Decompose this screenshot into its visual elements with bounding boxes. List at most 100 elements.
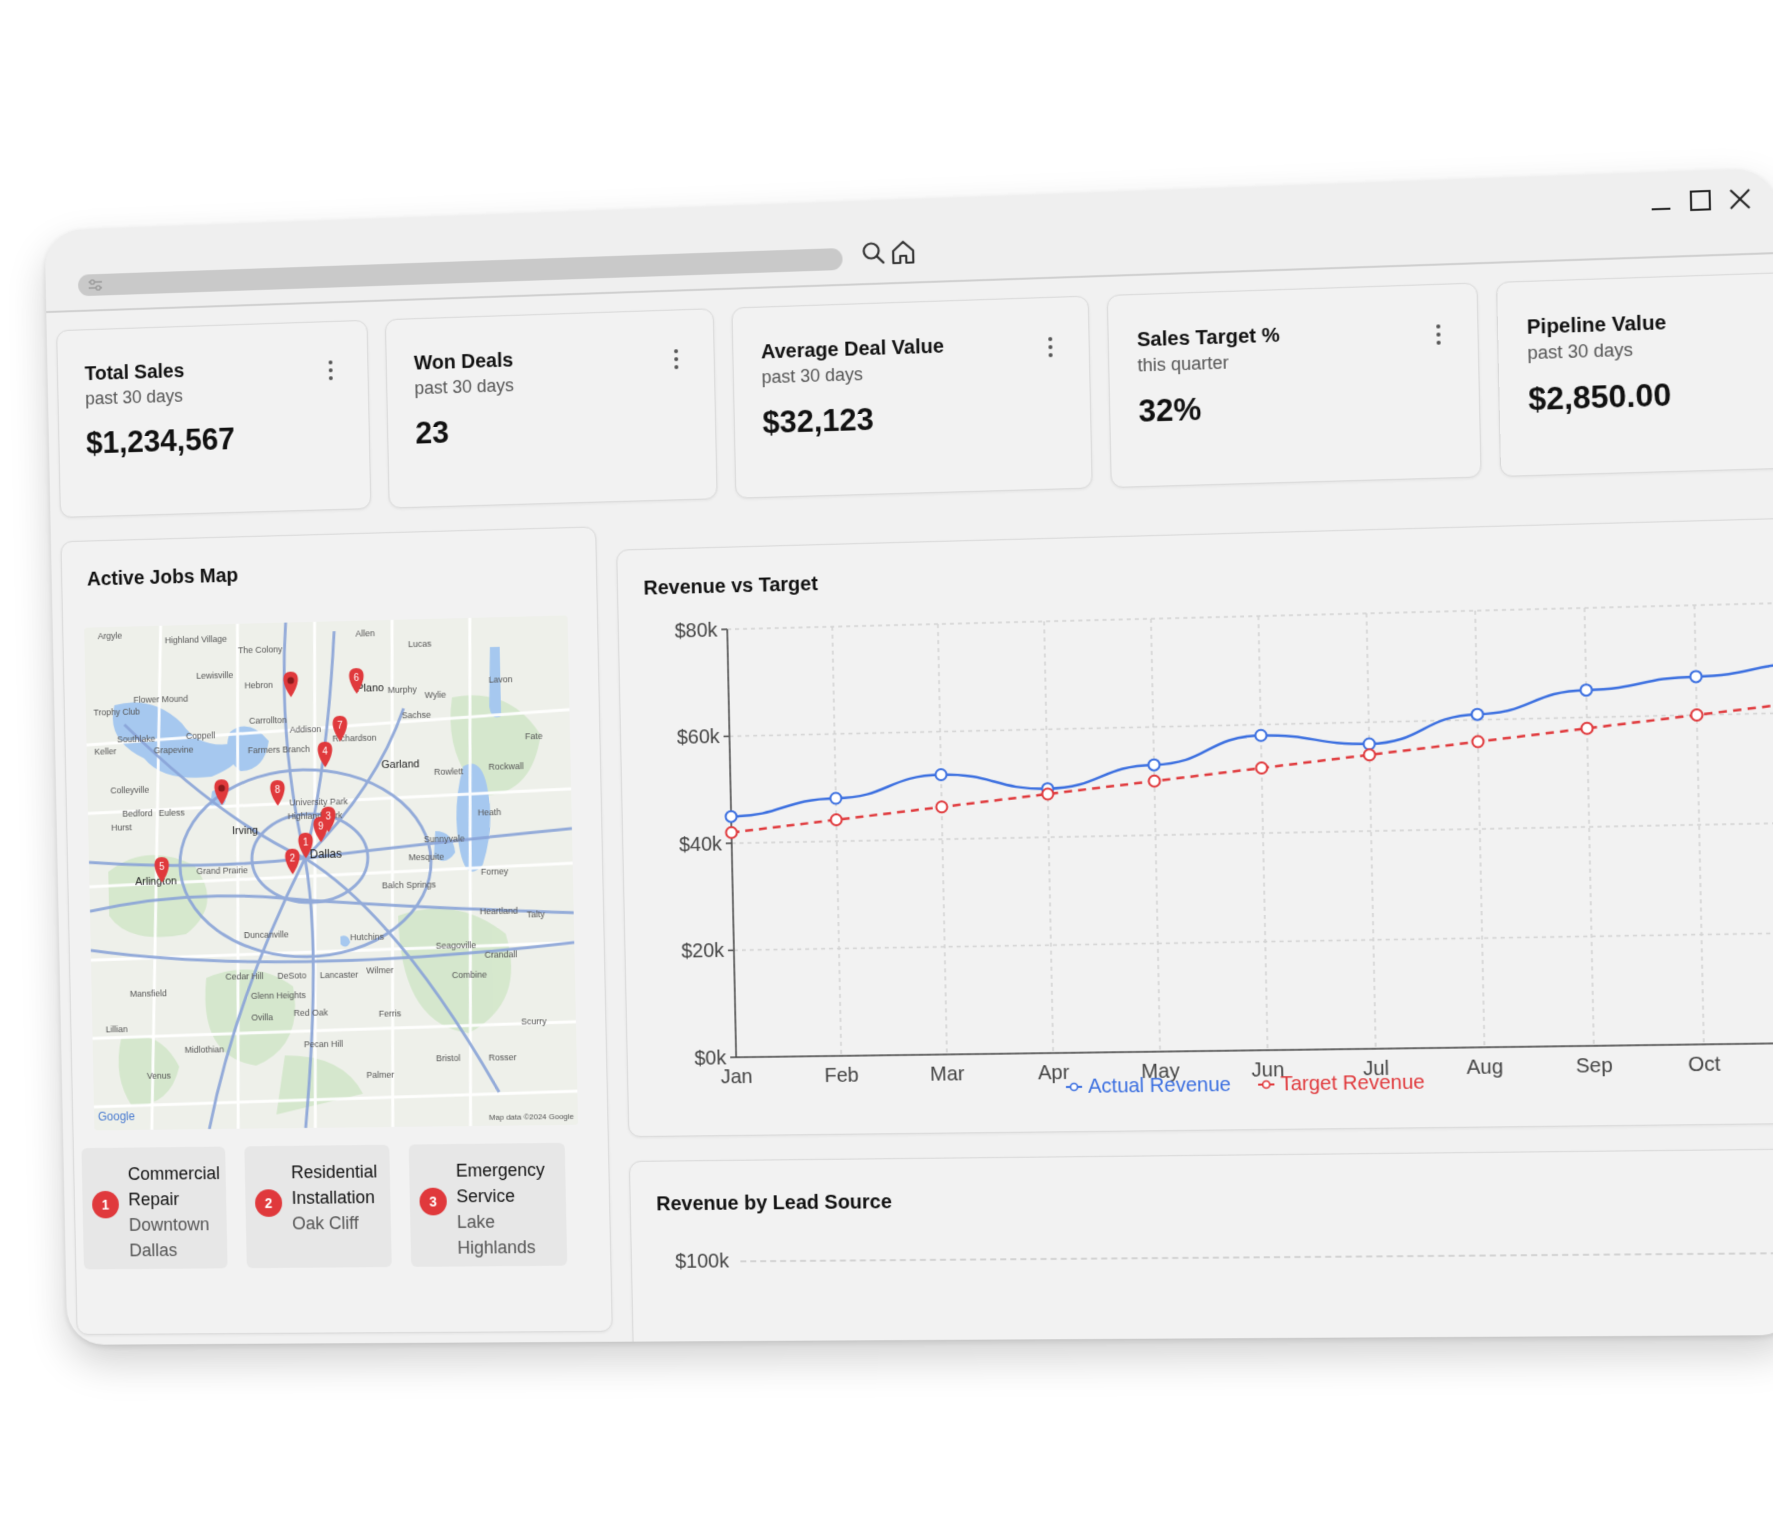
map-place-label: Coppell — [186, 730, 215, 741]
kpi-title: Sales Target % — [1137, 325, 1280, 353]
maximize-icon[interactable] — [1684, 185, 1716, 217]
map-place-label: Carrollton — [249, 715, 287, 726]
home-icon[interactable] — [889, 237, 918, 266]
map-place-label: Flower Mound — [133, 694, 188, 705]
kpi-card-sales-target: Sales Target % this quarter 32% — [1107, 283, 1482, 488]
job-title: Commercial Repair — [128, 1160, 223, 1212]
map-place-label: Hurst — [111, 822, 132, 832]
more-vertical-icon[interactable] — [672, 348, 680, 370]
map-place-label: Mesquite — [408, 852, 444, 863]
map-place-label: Ferris — [379, 1008, 402, 1018]
sliders-icon[interactable] — [88, 278, 104, 292]
search-icon[interactable] — [859, 238, 887, 267]
map-place-label: Lewisville — [196, 670, 233, 681]
map-place-label: University Park — [289, 796, 348, 807]
svg-text:1: 1 — [303, 837, 309, 848]
data-point — [1256, 762, 1267, 773]
map-place-label: Lavon — [489, 674, 513, 685]
job-location: Oak Cliff — [292, 1210, 387, 1236]
job-card-3[interactable]: 3 Emergency Service Lake Highlands — [409, 1143, 568, 1267]
x-axis-tick-label: Apr — [1038, 1062, 1070, 1085]
address-bar[interactable] — [78, 248, 843, 296]
map-place-label: Rowlett — [434, 766, 464, 777]
legend-label: Target Revenue — [1280, 1071, 1425, 1095]
map-place-label: DeSoto — [277, 970, 306, 980]
map-place-label: Wylie — [425, 690, 447, 700]
map-place-label: Heath — [478, 807, 502, 817]
map-place-label: Forney — [481, 866, 509, 877]
map-place-label: Venus — [147, 1071, 172, 1081]
x-axis-tick-label: Feb — [824, 1064, 859, 1087]
map-place-label: Farmers Branch — [248, 744, 310, 755]
map-place-label: Sunnyvale — [424, 833, 465, 844]
map-place-label: Grapevine — [154, 745, 194, 756]
minimize-icon[interactable] — [1645, 186, 1677, 218]
data-point — [831, 814, 842, 825]
map-place-label: Cedar Hill — [225, 971, 263, 982]
map-place-label: Rosser — [489, 1052, 517, 1062]
x-axis-tick-label: Sep — [1576, 1055, 1613, 1078]
job-card-1[interactable]: 1 Commercial Repair Downtown Dallas — [81, 1147, 227, 1270]
more-vertical-icon[interactable] — [1434, 323, 1443, 346]
job-number-badge: 3 — [419, 1188, 447, 1216]
svg-text:9: 9 — [318, 821, 324, 832]
map-place-label: Colleyville — [110, 785, 149, 796]
map-attribution: Map data ©2024 Google — [489, 1112, 575, 1122]
more-vertical-icon[interactable] — [327, 359, 335, 381]
y-axis-tick-label: $20k — [681, 940, 724, 963]
kpi-title: Total Sales — [85, 360, 185, 386]
map-place-label: Wilmer — [366, 965, 393, 975]
map-place-label: Seagoville — [436, 940, 477, 951]
y-gridline — [732, 823, 1773, 844]
map-place-label: Heartland — [480, 906, 518, 917]
map-place-label: Lucas — [408, 639, 432, 650]
map-place-label: Highland Village — [165, 634, 227, 645]
svg-text:7: 7 — [337, 721, 343, 732]
data-point — [1472, 709, 1484, 720]
map-place-label: Rockwall — [488, 761, 523, 772]
job-card-2[interactable]: 2 Residential Installation Oak Cliff — [244, 1145, 391, 1268]
map-place-label: Glenn Heights — [251, 990, 307, 1001]
kpi-card-total-sales: Total Sales past 30 days $1,234,567 — [56, 320, 371, 518]
x-axis-tick-label: Mar — [930, 1063, 965, 1086]
map-place-label: Euless — [159, 808, 186, 818]
map-place-label: Duncanville — [244, 929, 289, 940]
map-place-label: Hutchins — [350, 932, 385, 943]
legend-marker — [1070, 1083, 1077, 1090]
map-place-label: Grand Prairie — [196, 865, 248, 876]
revenue-chart: $0k$20k$40k$60k$80kJan Feb Mar Apr May Jun Jul… — [618, 545, 1773, 1132]
jobs-map[interactable]: Argyle Highland Village The Colony Allen… — [84, 615, 578, 1130]
svg-text:6: 6 — [354, 673, 360, 684]
job-title: Emergency Service — [456, 1157, 553, 1209]
y-gridline — [729, 713, 1773, 737]
map-place-label: Fate — [525, 731, 543, 741]
data-point — [1042, 788, 1053, 799]
map-place-label: Argyle — [98, 631, 123, 642]
data-point — [1148, 759, 1159, 770]
more-vertical-icon[interactable] — [1046, 336, 1055, 358]
kpi-card-pipeline-value: Pipeline Value past 30 days $2,850.00 — [1496, 271, 1773, 477]
data-point — [830, 793, 841, 804]
y-axis-tick-label: $80k — [674, 619, 717, 642]
data-point — [1581, 723, 1593, 734]
svg-text:2: 2 — [290, 853, 296, 864]
close-icon[interactable] — [1724, 183, 1756, 215]
kpi-value: 23 — [415, 415, 449, 452]
panel-title: Active Jobs Map — [87, 565, 239, 592]
map-place-label: Crandall — [484, 949, 517, 960]
map-place-label: Arlington — [135, 875, 177, 888]
map-place-label: Bristol — [436, 1053, 461, 1063]
map-place-label: Red Oak — [294, 1007, 329, 1017]
panel-title: Revenue by Lead Source — [656, 1191, 892, 1216]
job-number-badge: 2 — [255, 1189, 283, 1217]
map-place-label: Dallas — [310, 847, 343, 862]
kpi-value: 32% — [1138, 392, 1202, 430]
data-point — [1580, 684, 1592, 695]
y-gridline — [727, 602, 1773, 629]
map-place-label: Sachse — [402, 710, 431, 721]
map-place-label: Garland — [381, 758, 419, 771]
map-place-label: Irving — [232, 825, 258, 837]
kpi-subtitle: past 30 days — [414, 375, 514, 399]
x-axis-tick-label: Aug — [1466, 1056, 1503, 1079]
kpi-value: $1,234,567 — [86, 422, 235, 462]
